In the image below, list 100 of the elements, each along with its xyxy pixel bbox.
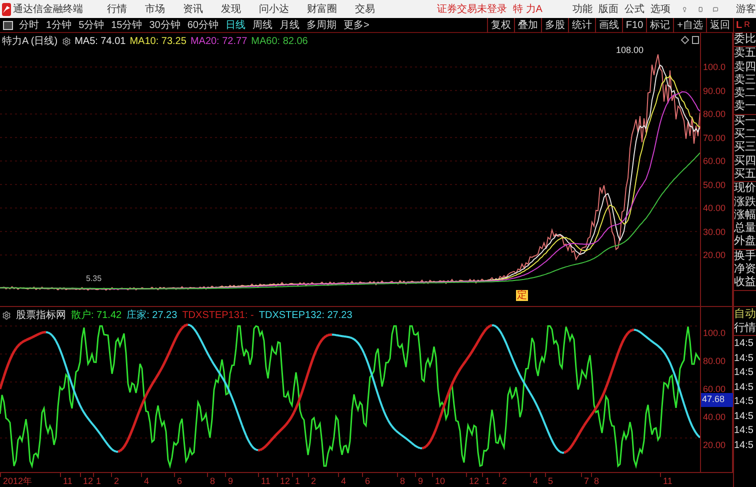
period-tab[interactable]: 日线 (226, 18, 246, 32)
user-name[interactable]: 游客 (736, 2, 756, 16)
menu-item[interactable]: 选项 (650, 2, 670, 16)
low-price-label: 5.35 (86, 273, 102, 285)
toolbar-button[interactable]: 复权 (486, 18, 514, 32)
menu-item[interactable]: 功能 (572, 2, 592, 16)
axis-label: 8 (400, 475, 406, 487)
trade-time: 14:5 (734, 338, 754, 349)
menu-item[interactable]: 财富圈 (307, 2, 337, 16)
trade-time: 14:5 (734, 410, 754, 422)
period-tab[interactable]: 1分钟 (46, 18, 72, 32)
toolbar-button[interactable]: F10 (622, 18, 646, 32)
toolbar-button[interactable]: +自选 (673, 18, 706, 32)
chart-title: 特力A (日线) (2, 34, 58, 49)
tab-label[interactable]: 行情 (734, 322, 756, 334)
axis-label: 6 (365, 475, 370, 487)
axis-label: 100.0 (703, 61, 726, 74)
quote-field-label: 涨幅 (734, 208, 756, 221)
quote-field-label: 买四 (734, 154, 756, 167)
trade-time: 14:5 (734, 440, 754, 450)
axis-label: 2012年 (3, 475, 32, 487)
menu-item[interactable]: 行情 (107, 2, 127, 16)
axis-label: 4 (533, 475, 538, 487)
period-tab[interactable]: 周线 (252, 18, 272, 32)
axis-label: 9 (228, 475, 234, 487)
indicator-value: TDXSTEP131: - (182, 309, 254, 323)
menu-item[interactable]: 交易 (355, 2, 375, 16)
corner-label: L (736, 18, 742, 32)
menu-item[interactable]: 发现 (221, 2, 241, 16)
menu-item[interactable]: 资讯 (183, 2, 203, 16)
axis-label: 2 (502, 475, 508, 487)
stock-name: 特 力A (513, 2, 542, 16)
toolbar-button[interactable]: 标记 (646, 18, 674, 32)
settings-icon[interactable] (62, 37, 71, 46)
quote-field-label: 收益 (734, 276, 756, 288)
quote-field-label: 涨跌 (734, 196, 756, 208)
axis-label: 6 (177, 475, 182, 487)
period-tab[interactable]: 60分钟 (187, 18, 218, 32)
quote-field-label: 卖三 (734, 74, 756, 86)
mode-label[interactable]: 自动 (734, 308, 756, 320)
quote-field-label: 买二 (734, 128, 756, 140)
toolbar-button[interactable]: 统计 (568, 18, 595, 32)
toolbar-button[interactable]: 画线 (594, 18, 622, 32)
toolbar-button[interactable]: 叠加 (514, 18, 541, 32)
panel-toggle-icon[interactable] (3, 20, 13, 30)
axis-label: 5 (548, 475, 554, 487)
axis-label: 12 (469, 475, 480, 487)
quote-field-label: 卖一 (734, 100, 756, 112)
axis-label: 1 (485, 475, 490, 487)
moving-average-value: MA10: 73.25 (130, 35, 186, 49)
toolbar-button[interactable]: 返回 (706, 18, 733, 32)
menu-item[interactable]: 公式 (624, 2, 644, 16)
period-tab[interactable]: 分时 (19, 18, 39, 32)
axis-label: 10 (435, 475, 446, 487)
axis-label: 2 (311, 475, 316, 487)
indicator-value: 散户: 71.42 (71, 308, 122, 323)
axis-label: 4 (341, 475, 346, 487)
trade-time: 14:5 (734, 382, 754, 392)
trade-time: 14:5 (734, 425, 754, 436)
trade-time: 14:5 (734, 396, 754, 407)
period-tab[interactable]: 30分钟 (149, 18, 180, 32)
axis-label: 11 (261, 475, 270, 487)
quote-field-label: 卖五 (734, 47, 756, 60)
settings-icon[interactable] (2, 311, 11, 320)
axis-label: 20.00 (703, 440, 726, 450)
indicator-name: 股票指标网 (16, 308, 66, 323)
axis-label: 60.00 (703, 155, 726, 168)
current-value-label: 47.68 (701, 393, 733, 407)
menu-item[interactable]: 版面 (598, 2, 618, 16)
trade-time: 14:5 (734, 352, 754, 364)
axis-label: 11 (63, 475, 72, 487)
period-tab[interactable]: 5分钟 (78, 18, 104, 32)
app-title: 通达信金融终端 (13, 2, 83, 16)
period-tab[interactable]: 多周期 (306, 18, 336, 32)
period-tab[interactable]: 15分钟 (111, 18, 142, 32)
period-tab[interactable]: 月线 (280, 18, 300, 32)
axis-label: 8 (210, 475, 216, 487)
toolbar-button[interactable]: 多股 (540, 18, 568, 32)
quote-field-label: 换手 (734, 250, 756, 262)
axis-label: 4 (144, 475, 150, 487)
axis-label: 80.00 (703, 108, 726, 121)
quote-field-label: 总量 (734, 222, 756, 234)
trade-time: 14:5 (734, 367, 754, 378)
indicator-value: 庄家: 27.23 (126, 308, 178, 323)
quote-field-label: 现价 (734, 182, 756, 194)
quote-field-label: 净资 (734, 263, 756, 276)
menu-item[interactable]: 市场 (145, 2, 165, 16)
period-tab[interactable]: 更多> (344, 18, 370, 32)
axis-label: 12 (83, 475, 94, 487)
axis-label: 9 (418, 475, 424, 487)
moving-average-value: MA20: 72.77 (190, 35, 248, 49)
indicator-value: TDXSTEP132: 27.23 (258, 309, 352, 323)
axis-label: 90.00 (703, 84, 726, 98)
axis-label: 30.00 (703, 226, 726, 238)
axis-label: 100.0 (703, 328, 726, 338)
panel-icon[interactable] (692, 36, 699, 44)
quote-field-label: 卖四 (734, 60, 756, 73)
menu-item[interactable]: 问小达 (259, 2, 289, 16)
quote-field-label: 买一 (734, 114, 756, 127)
axis-label: 12 (280, 475, 290, 487)
